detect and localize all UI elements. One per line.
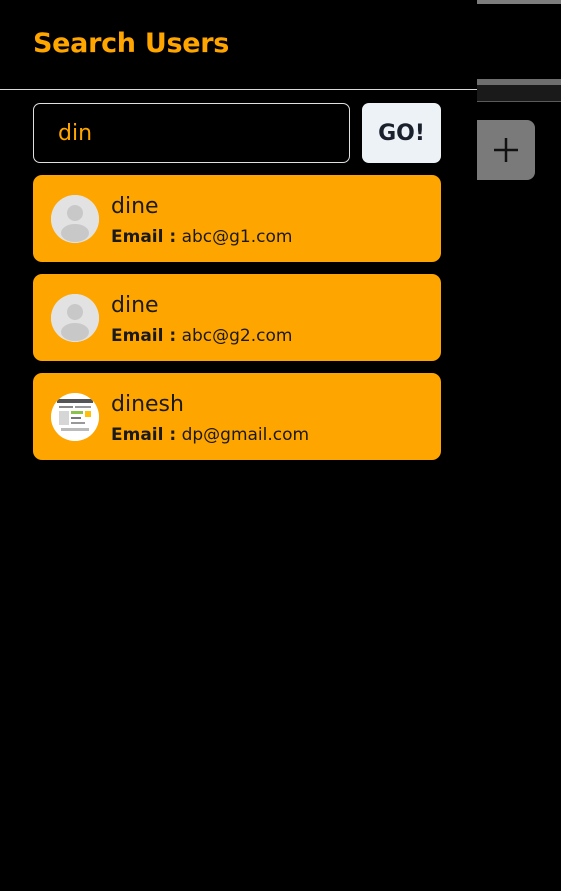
default-avatar-icon	[51, 195, 99, 243]
drawer-header: Search Users	[0, 0, 477, 90]
user-result-item[interactable]: dine Email : abc@g1.com	[33, 175, 441, 262]
user-name: dine	[111, 293, 159, 318]
user-email-line: Email : abc@g2.com	[111, 326, 292, 346]
user-email: abc@g1.com	[181, 227, 293, 247]
email-label: Email :	[111, 326, 177, 346]
user-email: dp@gmail.com	[181, 425, 310, 445]
photo-avatar-icon	[51, 393, 99, 441]
user-result-item[interactable]: dine Email : abc@g2.com	[33, 274, 441, 361]
search-input[interactable]	[33, 103, 350, 163]
user-email: abc@g2.com	[181, 326, 293, 346]
user-email-line: Email : abc@g1.com	[111, 227, 292, 247]
email-label: Email :	[111, 227, 177, 247]
add-chat-button[interactable]	[477, 120, 535, 180]
search-users-drawer: Search Users GO! dine Email : abc@g1.com	[0, 0, 477, 891]
go-button[interactable]: GO!	[362, 103, 441, 163]
plus-icon	[494, 138, 518, 162]
user-result-item[interactable]: dinesh Email : dp@gmail.com	[33, 373, 441, 460]
page: Search Users GO! dine Email : abc@g1.com	[0, 0, 561, 891]
user-name: dinesh	[111, 392, 184, 417]
drawer-title: Search Users	[33, 28, 230, 59]
email-label: Email :	[111, 425, 177, 445]
background-header-strip	[477, 85, 561, 102]
user-name: dine	[111, 194, 159, 219]
default-avatar-icon	[51, 294, 99, 342]
search-results: dine Email : abc@g1.com dine Email : abc…	[33, 175, 441, 472]
search-row: GO!	[33, 103, 441, 163]
user-email-line: Email : dp@gmail.com	[111, 425, 309, 445]
background-topbar	[477, 0, 561, 4]
